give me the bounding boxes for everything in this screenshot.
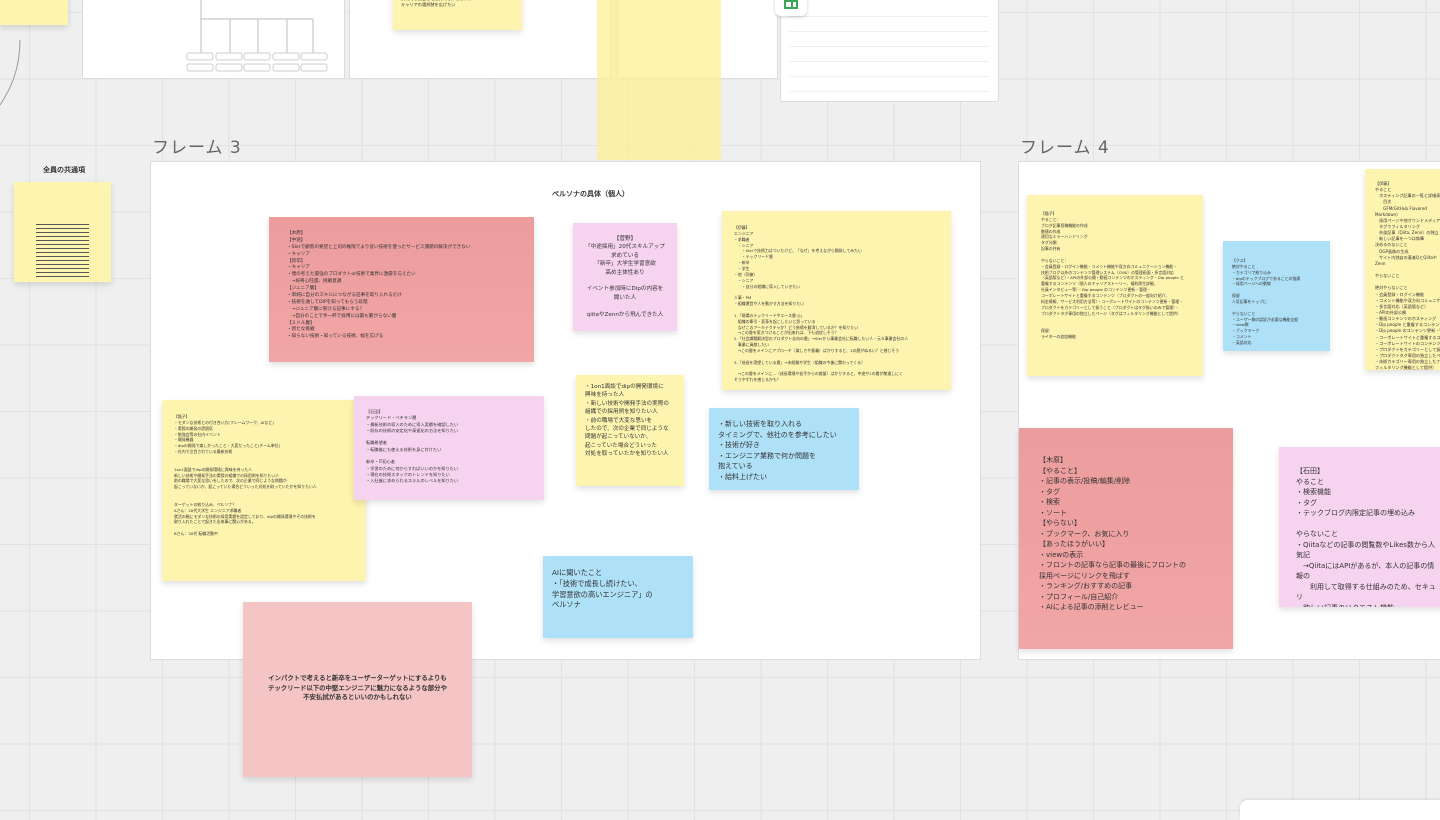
table-rows xyxy=(789,2,989,97)
connector-curve xyxy=(0,40,21,106)
sticky-note-ai[interactable]: AIに聞いたこと ・「技術で成長し続けたい、 学習意欲の高いエンジニア」の ペル… xyxy=(543,556,693,638)
sticky-note-ishida-4[interactable]: 【石田】 やること ・検索機能 ・タグ ・テックブログ内限定記事の埋め込み やら… xyxy=(1279,447,1440,607)
sticky-note-neko[interactable]: 【猫子】 ・モダンな技術との付き合い方(フレームワーク、AIなど) ・実際の開発… xyxy=(162,400,366,581)
spreadsheet-icon[interactable] xyxy=(775,0,807,16)
sticky-note-kihara[interactable]: 【木原】 【中途】 ・SIerで顧客の要望と上司の権限でより良い技術を使ったサー… xyxy=(269,217,534,362)
sticky-note-kihara-4[interactable]: 【木原】 【やること】 ・記事の表示/投稿/編集/削除 ・タグ ・検索 ・ソート… xyxy=(1019,428,1233,649)
sticky-note-ito-4[interactable]: 【伊藤】 やること ホスティング記事の一覧と詳細表示 目次 GFM(GitHub… xyxy=(1365,169,1440,370)
common-items-label: 全員の共通項 xyxy=(43,166,85,174)
frame-3-title: ペルソナの具体（個人） xyxy=(552,190,629,198)
sticky-note-1on1[interactable]: ・1on1面談でdipの開発環境に 興味を持った人 ・新しい技術や開発手法の実際… xyxy=(576,375,684,486)
sticky-note-new-tech[interactable]: ・新しい技術を取り入れる タイミングで、他社のを参考にしたい ・技術が好き ・エ… xyxy=(709,408,859,490)
sticky-note-common[interactable] xyxy=(14,182,111,282)
sticky-note-neko-4[interactable]: 【猫子】 やること： ブログ記事投稿機能の作成 数値の作成 適切なエラーハンドリ… xyxy=(1027,195,1203,376)
frame-3-label[interactable]: フレーム 3 xyxy=(152,133,242,158)
redacted-text-lines xyxy=(36,224,89,280)
table-widget[interactable] xyxy=(780,0,999,102)
sticky-note-kusu[interactable]: 【クス】 絶対やること ・カテゴリで絞り込み ・dipのテックブログであることの… xyxy=(1223,241,1330,351)
sticky-note-top-left[interactable] xyxy=(0,0,68,25)
sticky-note-kanno[interactable]: 【菅野】 「中途採用」20代スキルアップ 求めている 「新卒」大学生学習意欲 高… xyxy=(573,223,677,331)
tree-diagram xyxy=(186,0,328,72)
frame-tree-diagram[interactable] xyxy=(82,0,345,79)
sticky-note-ishida[interactable]: 【石田】 テックリード・ベテラン層 ・最新技術の導入のために導入実績を確認したい… xyxy=(354,396,544,500)
bottom-toolbar[interactable] xyxy=(1240,800,1440,820)
sticky-note-impact[interactable]: インパクトで考えると新卒をユーザーターゲットにするよりも テックリード以下の中堅… xyxy=(243,602,472,777)
sticky-note-top[interactable]: 技術的な面白さと魅力的な体制を知り キャリアの選択肢を広げたい xyxy=(393,0,522,30)
sticky-note-ito[interactable]: 【伊藤】 エンジニア ・求職者 ・シニア ・SIerで技術力はついたけど、「なぜ… xyxy=(722,211,951,390)
yellow-column-sticky[interactable] xyxy=(597,0,721,160)
frame-4-label[interactable]: フレーム 4 xyxy=(1020,133,1110,158)
